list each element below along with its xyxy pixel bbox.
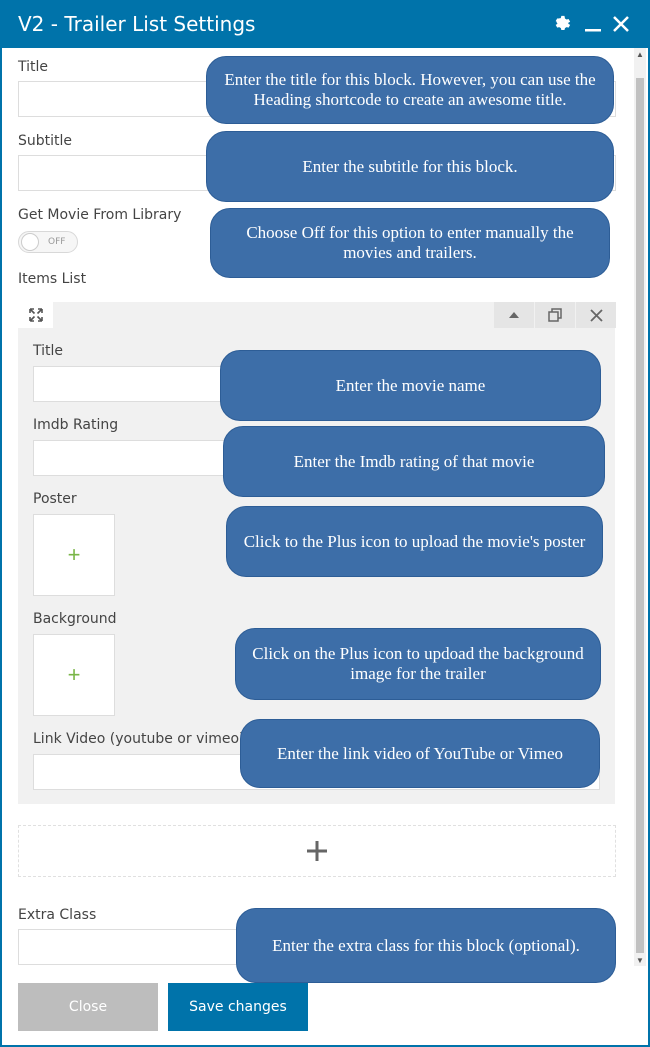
- imdb-label: Imdb Rating: [33, 417, 119, 433]
- minimize-icon[interactable]: [580, 10, 606, 38]
- callout-link-video: Enter the link video of YouTube or Vimeo: [240, 719, 600, 788]
- callout-poster: Click to the Plus icon to upload the mov…: [226, 506, 603, 577]
- expand-icon[interactable]: [18, 302, 53, 328]
- duplicate-icon[interactable]: [535, 302, 575, 328]
- callout-subtitle: Enter the subtitle for this block.: [206, 131, 614, 202]
- add-item-button[interactable]: [18, 825, 616, 877]
- link-video-label: Link Video (youtube or vimeo): [33, 731, 245, 747]
- scroll-thumb[interactable]: [636, 78, 644, 953]
- callout-library: Choose Off for this option to enter manu…: [210, 208, 610, 278]
- item-toolbar: [18, 302, 616, 328]
- gear-icon[interactable]: [550, 10, 576, 38]
- title-bar: V2 - Trailer List Settings: [2, 2, 648, 48]
- callout-movie-name: Enter the movie name: [220, 350, 601, 421]
- plus-icon: +: [67, 542, 81, 567]
- items-list-label: Items List: [18, 271, 87, 287]
- dialog-title: V2 - Trailer List Settings: [18, 12, 256, 36]
- scroll-up-icon[interactable]: ▲: [634, 48, 646, 60]
- callout-extra-class: Enter the extra class for this block (op…: [236, 908, 616, 983]
- plus-icon: +: [67, 662, 81, 687]
- toggle-knob: [21, 233, 39, 251]
- background-label: Background: [33, 611, 117, 627]
- save-changes-button[interactable]: Save changes: [168, 983, 308, 1031]
- extra-class-label: Extra Class: [18, 907, 97, 923]
- callout-title: Enter the title for this block. However,…: [206, 56, 614, 124]
- poster-upload[interactable]: +: [33, 514, 115, 596]
- collapse-up-icon[interactable]: [494, 302, 534, 328]
- toggle-state: OFF: [48, 237, 66, 247]
- callout-imdb: Enter the Imdb rating of that movie: [223, 426, 605, 497]
- subtitle-label: Subtitle: [18, 133, 73, 149]
- poster-label: Poster: [33, 491, 77, 507]
- add-icon: [307, 841, 327, 861]
- scrollbar[interactable]: ▲ ▼: [634, 48, 646, 966]
- close-button[interactable]: Close: [18, 983, 158, 1031]
- scroll-down-icon[interactable]: ▼: [634, 954, 646, 966]
- title-label: Title: [18, 59, 49, 75]
- close-icon[interactable]: [608, 10, 634, 38]
- item-title-label: Title: [33, 343, 64, 359]
- library-label: Get Movie From Library: [18, 207, 182, 223]
- library-toggle[interactable]: OFF: [18, 231, 78, 253]
- background-upload[interactable]: +: [33, 634, 115, 716]
- callout-background: Click on the Plus icon to updoad the bac…: [235, 628, 601, 700]
- remove-item-icon[interactable]: [576, 302, 616, 328]
